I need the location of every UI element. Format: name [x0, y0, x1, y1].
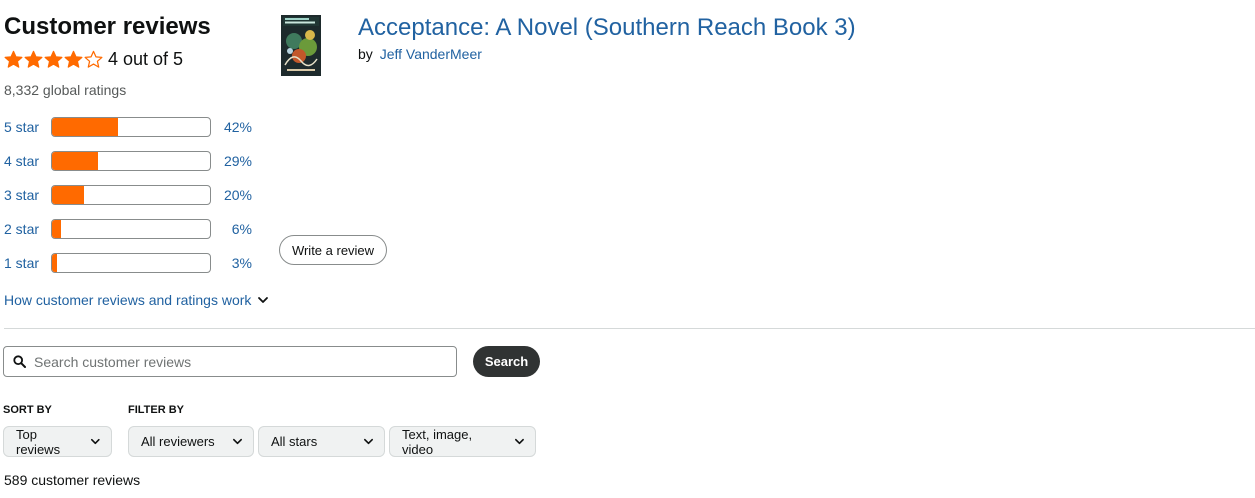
histogram-percent[interactable]: 29%: [212, 153, 252, 169]
star-filled-icon: [64, 50, 83, 68]
media-filter-dropdown[interactable]: Text, image, video: [389, 426, 536, 457]
histogram-bar[interactable]: [51, 151, 211, 171]
media-filter-value: Text, image, video: [402, 426, 473, 457]
histogram-row-2-star[interactable]: 2 star 6%: [4, 219, 264, 241]
chevron-down-icon: [364, 438, 373, 445]
chevron-down-icon: [233, 438, 242, 445]
histogram-row-1-star[interactable]: 1 star 3%: [4, 253, 264, 275]
search-button[interactable]: Search: [473, 346, 540, 377]
histogram-bar[interactable]: [51, 185, 211, 205]
search-reviews-input[interactable]: [32, 352, 436, 371]
reviewer-filter-value: All reviewers: [141, 434, 215, 449]
histogram-row-4-star[interactable]: 4 star 29%: [4, 151, 264, 173]
histogram-percent[interactable]: 3%: [212, 255, 252, 271]
histogram-label[interactable]: 3 star: [4, 187, 39, 203]
star-filter-dropdown[interactable]: All stars: [258, 426, 385, 457]
histogram-bar-fill: [52, 118, 119, 136]
product-title-link[interactable]: Acceptance: A Novel (Southern Reach Book…: [358, 14, 856, 42]
histogram-percent[interactable]: 20%: [212, 187, 252, 203]
how-reviews-work-link[interactable]: How customer reviews and ratings work: [4, 292, 269, 308]
histogram-label[interactable]: 2 star: [4, 221, 39, 237]
chevron-down-icon: [91, 438, 101, 445]
histogram-bar-fill: [52, 186, 84, 204]
histogram-percent[interactable]: 6%: [212, 221, 252, 237]
histogram-label[interactable]: 1 star: [4, 255, 39, 271]
product-byline: by Jeff VanderMeer: [358, 46, 482, 62]
star-filter-value: All stars: [271, 434, 318, 449]
author-link[interactable]: Jeff VanderMeer: [380, 46, 482, 62]
histogram-bar-fill: [52, 220, 62, 238]
review-search-box[interactable]: [3, 346, 457, 377]
how-reviews-work-label[interactable]: How customer reviews and ratings work: [4, 292, 251, 308]
histogram-bar-fill: [52, 254, 57, 272]
book-cover-image[interactable]: [281, 15, 321, 76]
sort-by-label: SORT BY: [3, 404, 52, 416]
histogram-row-3-star[interactable]: 3 star 20%: [4, 185, 264, 207]
histogram-label[interactable]: 4 star: [4, 153, 39, 169]
search-icon: [13, 355, 26, 368]
star-filled-icon: [4, 50, 23, 68]
average-rating-stars: [4, 48, 104, 70]
histogram-bar[interactable]: [51, 253, 211, 273]
histogram-bar[interactable]: [51, 219, 211, 239]
filter-by-label: FILTER BY: [128, 404, 185, 416]
reviewer-filter-dropdown[interactable]: All reviewers: [128, 426, 254, 457]
histogram-percent[interactable]: 42%: [212, 119, 252, 135]
average-rating-text[interactable]: 4 out of 5: [108, 49, 183, 70]
write-review-button[interactable]: Write a review: [279, 235, 387, 265]
histogram-bar[interactable]: [51, 117, 211, 137]
sort-dropdown[interactable]: Top reviews: [3, 426, 112, 457]
section-divider: [4, 328, 1255, 329]
star-filled-icon: [44, 50, 63, 68]
customer-reviews-heading: Customer reviews: [4, 13, 211, 40]
review-count: 589 customer reviews: [4, 472, 141, 488]
histogram-label[interactable]: 5 star: [4, 119, 39, 135]
byline-prefix: by: [358, 46, 373, 62]
global-ratings-count: 8,332 global ratings: [4, 82, 127, 98]
chevron-down-icon: [258, 297, 269, 303]
histogram-bar-fill: [52, 152, 98, 170]
chevron-down-icon: [515, 438, 524, 445]
star-empty-icon: [84, 50, 103, 68]
sort-selected-value: Top reviews: [16, 426, 61, 457]
histogram-row-5-star[interactable]: 5 star 42%: [4, 117, 264, 139]
star-filled-icon: [24, 50, 43, 68]
